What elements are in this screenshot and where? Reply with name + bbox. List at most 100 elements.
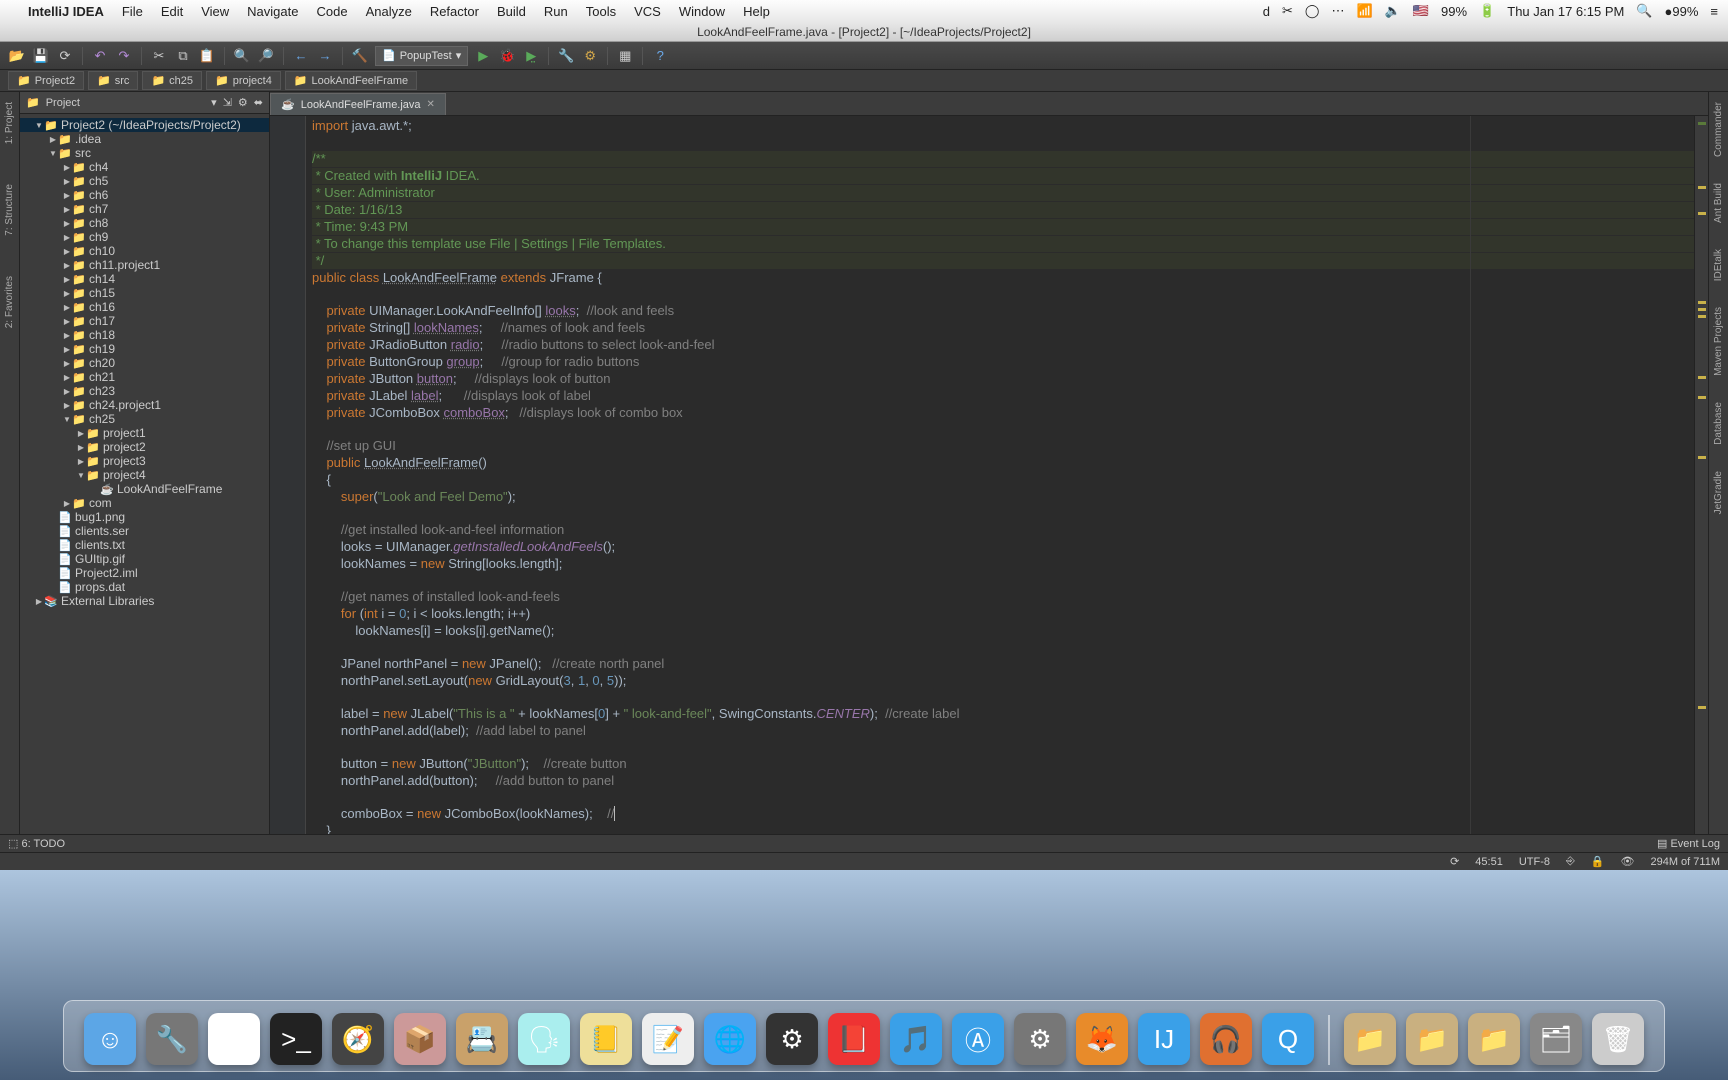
dock-app-icon[interactable]: ⚙ [766,1013,818,1065]
menu-tools[interactable]: Tools [586,4,616,19]
dock-app-icon[interactable]: 17 [208,1013,260,1065]
tool-window-button[interactable]: Database [1713,402,1724,445]
collapse-icon[interactable]: ⇲ [223,96,232,109]
run-config-combo[interactable]: 📄 PopupTest ▾ [375,46,468,66]
dock-app-icon[interactable]: 📦 [394,1013,446,1065]
lock-icon[interactable]: 🔒 [1591,855,1605,868]
todo-tool-button[interactable]: ⬚ 6: TODO [8,837,65,850]
dock-app-icon[interactable]: ☺ [84,1013,136,1065]
tree-node[interactable]: ▶📁ch6 [20,188,269,202]
hide-icon[interactable]: ⬌ [254,96,263,109]
tools-icon[interactable]: 🔧 [557,47,575,65]
cut-icon[interactable]: ✂ [150,47,168,65]
tree-node[interactable]: ▼📁src [20,146,269,160]
tree-node[interactable]: 📄bug1.png [20,510,269,524]
sync-icon[interactable]: ⟳ [56,47,74,65]
dock-stack-icon[interactable]: 📁 [1344,1013,1396,1065]
menu-analyze[interactable]: Analyze [366,4,412,19]
breadcrumb-item[interactable]: 📁ch25 [142,71,202,90]
menu-refactor[interactable]: Refactor [430,4,479,19]
project-tree[interactable]: ▼📁Project2 (~/IdeaProjects/Project2)▶📁.i… [20,114,269,612]
editor-gutter[interactable] [270,116,306,834]
help-icon[interactable]: ? [651,47,669,65]
tree-node[interactable]: ▶📁ch18 [20,328,269,342]
tree-node[interactable]: ▶📁ch9 [20,230,269,244]
breadcrumb-item[interactable]: 📁Project2 [8,71,84,90]
menu-vcs[interactable]: VCS [634,4,661,19]
tool-window-button[interactable]: IDEtalk [1713,249,1724,281]
tree-node[interactable]: ▶📁ch10 [20,244,269,258]
dock-app-icon[interactable]: 📝 [642,1013,694,1065]
notification-center-icon[interactable]: ≡ [1710,4,1718,19]
find-icon[interactable]: 🔍 [233,47,251,65]
editor-tab-active[interactable]: ☕ LookAndFeelFrame.java ✕ [270,93,446,115]
dropbox-icon[interactable]: d [1263,4,1270,19]
run-icon[interactable]: ▶ [474,47,492,65]
tree-node[interactable]: ▶📁ch24.project1 [20,398,269,412]
menu-file[interactable]: File [122,4,143,19]
tree-node[interactable]: ▶📚External Libraries [20,594,269,608]
error-stripe[interactable] [1694,116,1708,834]
breadcrumb-item[interactable]: 📁project4 [206,71,281,90]
coverage-icon[interactable]: ▶̤ [522,47,540,65]
dock-app-icon[interactable]: 🗣 [518,1013,570,1065]
dock-app-icon[interactable]: 📕 [828,1013,880,1065]
dock-app-icon[interactable]: 🔧 [146,1013,198,1065]
menu-help[interactable]: Help [743,4,770,19]
battery-icon[interactable]: 🔋 [1479,3,1495,19]
dock-app-icon[interactable]: >_ [270,1013,322,1065]
breadcrumb-item[interactable]: 📁LookAndFeelFrame [285,71,417,90]
redo-icon[interactable]: ↷ [115,47,133,65]
scissors-icon[interactable]: ✂ [1282,3,1293,19]
tree-node[interactable]: ▶📁ch21 [20,370,269,384]
tool-window-button[interactable]: 7: Structure [4,184,15,236]
dock-app-icon[interactable]: 📇 [456,1013,508,1065]
tree-node[interactable]: ▶📁project1 [20,426,269,440]
back-icon[interactable]: ← [292,47,310,65]
gear-icon[interactable]: ⚙ [238,96,248,109]
tree-node[interactable]: ▶📁.idea [20,132,269,146]
settings-icon[interactable]: ⚙ [581,47,599,65]
tree-node[interactable]: ☕LookAndFeelFrame [20,482,269,496]
menu-edit[interactable]: Edit [161,4,183,19]
project-header-label[interactable]: Project [46,97,80,109]
dock-app-icon[interactable]: Q [1262,1013,1314,1065]
menu-code[interactable]: Code [316,4,347,19]
copy-icon[interactable]: ⧉ [174,47,192,65]
close-tab-icon[interactable]: ✕ [427,99,435,110]
tree-node[interactable]: ▶📁ch19 [20,342,269,356]
tool-window-button[interactable]: Maven Projects [1713,307,1724,376]
dock-app-icon[interactable]: 🧭 [332,1013,384,1065]
menu-build[interactable]: Build [497,4,526,19]
tool-window-button[interactable]: JetGradle [1713,471,1724,514]
dock-app-icon[interactable]: 🦊 [1076,1013,1128,1065]
tree-node[interactable]: ▶📁ch7 [20,202,269,216]
tree-node[interactable]: 📄props.dat [20,580,269,594]
dock-app-icon[interactable]: 🎵 [890,1013,942,1065]
flag-icon[interactable]: 🇺🇸 [1413,3,1429,19]
menu-run[interactable]: Run [544,4,568,19]
tree-node[interactable]: ▶📁project2 [20,440,269,454]
tree-node[interactable]: ▼📁ch25 [20,412,269,426]
wifi-icon[interactable]: 📶 [1356,3,1372,19]
dock-stack-icon[interactable]: 📁 [1406,1013,1458,1065]
tree-node[interactable]: 📄clients.ser [20,524,269,538]
tool-window-button[interactable]: 1: Project [4,102,15,144]
tool-window-button[interactable]: Ant Build [1713,183,1724,223]
insert-mode-icon[interactable]: ⎆ [1566,855,1575,868]
eye-icon[interactable]: 👁 [1621,855,1635,868]
tree-node[interactable]: ▶📁ch17 [20,314,269,328]
tree-node[interactable]: ▼📁project4 [20,468,269,482]
project-structure-icon[interactable]: ▦ [616,47,634,65]
breadcrumb-item[interactable]: 📁src [88,71,138,90]
save-icon[interactable]: 💾 [32,47,50,65]
spotlight-icon[interactable]: 🔍 [1636,3,1652,19]
tree-node[interactable]: ▶📁ch23 [20,384,269,398]
dropdown-icon[interactable]: ▾ [211,96,217,109]
clock[interactable]: Thu Jan 17 6:15 PM [1507,4,1624,19]
paste-icon[interactable]: 📋 [198,47,216,65]
forward-icon[interactable]: → [316,47,334,65]
code-content[interactable]: import java.awt.*; /** * Created with In… [306,116,1694,834]
encoding[interactable]: UTF-8 [1519,856,1550,868]
tree-node[interactable]: ▶📁ch14 [20,272,269,286]
